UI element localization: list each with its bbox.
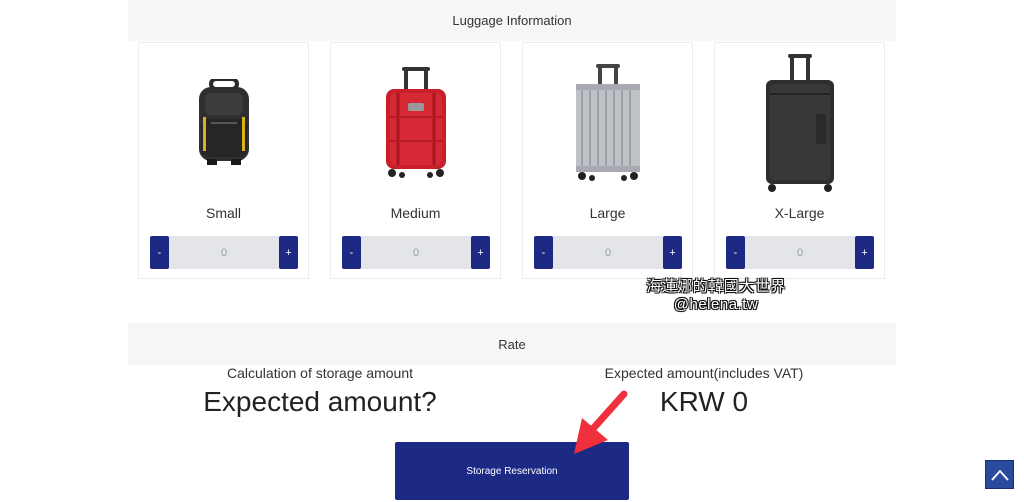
increment-button[interactable]: + <box>663 236 682 269</box>
luggage-size-label: Large <box>589 205 626 221</box>
luggage-card-large: Large - 0 + <box>522 42 693 279</box>
decrement-button[interactable]: - <box>726 236 745 269</box>
rate-section-header: Rate <box>128 323 896 365</box>
scroll-to-top-button[interactable] <box>985 460 1014 489</box>
increment-button[interactable]: + <box>471 236 490 269</box>
luggage-card-small: Small - 0 + <box>138 42 309 279</box>
luggage-section-title: Luggage Information <box>452 13 572 28</box>
quantity-stepper-large: - 0 + <box>534 236 682 269</box>
watermark: 海蓮娜的韓國大世界 @helena.tw <box>636 278 796 314</box>
black-suitcase-icon <box>715 49 884 199</box>
quantity-input[interactable]: 0 <box>169 236 279 269</box>
decrement-button[interactable]: - <box>342 236 361 269</box>
luggage-section-header: Luggage Information <box>128 0 896 41</box>
decrement-button[interactable]: - <box>534 236 553 269</box>
quantity-stepper-medium: - 0 + <box>342 236 490 269</box>
red-suitcase-icon <box>331 49 500 199</box>
silver-suitcase-icon <box>523 49 692 199</box>
rate-section-title: Rate <box>498 336 526 352</box>
watermark-title: 海蓮娜的韓國大世界 <box>646 278 786 295</box>
luggage-card-xlarge: X-Large - 0 + <box>714 42 885 279</box>
quantity-stepper-xlarge: - 0 + <box>726 236 874 269</box>
backpack-icon <box>139 49 308 199</box>
increment-button[interactable]: + <box>855 236 874 269</box>
chevron-up-icon <box>990 469 1009 481</box>
expected-amount-label: Expected amount(includes VAT) <box>604 365 804 381</box>
calculation-value: Expected amount? <box>203 386 437 417</box>
luggage-card-medium: Medium - 0 + <box>330 42 501 279</box>
quantity-stepper-small: - 0 + <box>150 236 298 269</box>
watermark-handle: @helena.tw <box>673 296 759 313</box>
luggage-size-label: Small <box>205 205 241 221</box>
calculation-label: Calculation of storage amount <box>227 365 413 381</box>
decrement-button[interactable]: - <box>150 236 169 269</box>
quantity-input[interactable]: 0 <box>745 236 855 269</box>
luggage-size-label: X-Large <box>774 205 825 221</box>
quantity-input[interactable]: 0 <box>361 236 471 269</box>
increment-button[interactable]: + <box>279 236 298 269</box>
luggage-size-label: Medium <box>390 205 441 221</box>
red-arrow-icon <box>560 388 630 465</box>
quantity-input[interactable]: 0 <box>553 236 663 269</box>
